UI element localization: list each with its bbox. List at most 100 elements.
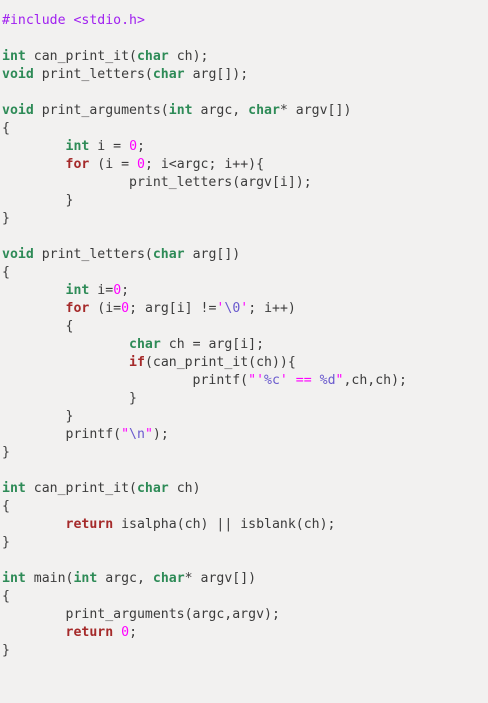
code-line: }: [2, 192, 407, 210]
code-token-type: int: [65, 283, 90, 298]
code-token-plain: ;: [129, 625, 138, 640]
code-line: }: [2, 642, 407, 660]
code-token-type: int: [2, 49, 26, 64]
code-token-plain: ; arg[i] !=: [129, 301, 217, 316]
code-token-plain: }: [2, 391, 137, 406]
code-token-plain: printf(: [2, 427, 122, 442]
code-token-plain: );: [152, 427, 169, 442]
code-token-str: ' ==: [279, 373, 320, 388]
code-token-type: int: [2, 571, 26, 586]
code-line: {: [2, 498, 407, 516]
code-token-str: ": [121, 427, 130, 442]
code-token-type: void: [2, 247, 34, 262]
code-token-plain: argc,: [97, 571, 153, 586]
code-token-esc: %c: [264, 373, 280, 388]
code-token-plain: can_print_it(: [25, 481, 137, 496]
code-line: print_arguments(argc,argv);: [2, 606, 407, 624]
code-token-kw: for: [65, 301, 90, 316]
code-line: char ch = arg[i];: [2, 336, 407, 354]
code-line: void print_letters(char arg[]);: [2, 66, 407, 84]
code-token-plain: (can_print_it(ch)){: [144, 355, 296, 370]
code-token-type: int: [2, 481, 26, 496]
code-token-plain: print_letters(: [33, 247, 153, 262]
code-token-plain: * argv[]): [184, 571, 257, 586]
code-line: int main(int argc, char* argv[]): [2, 570, 407, 588]
code-token-plain: {: [2, 121, 10, 136]
code-token-num: 0: [129, 139, 138, 154]
code-token-type: char: [152, 247, 185, 262]
code-token-plain: }: [2, 409, 74, 424]
code-token-plain: print_arguments(argc,argv);: [2, 607, 280, 622]
code-token-plain: }: [2, 211, 10, 226]
code-line: printf("\n");: [2, 426, 407, 444]
code-token-kw: if: [129, 355, 145, 370]
code-line: void print_arguments(int argc, char* arg…: [2, 102, 407, 120]
code-token-plain: ; i++): [248, 301, 296, 316]
code-line: {: [2, 318, 407, 336]
code-token-plain: ;: [121, 283, 130, 298]
code-line: #include <stdio.h>: [2, 12, 407, 30]
code-token-plain: can_print_it(: [25, 49, 137, 64]
code-token-plain: ch);: [168, 49, 209, 64]
code-token-plain: print_letters(argv[i]);: [2, 175, 312, 190]
code-line: void print_letters(char arg[]): [2, 246, 407, 264]
code-token-plain: arg[]): [184, 247, 241, 262]
code-line: }: [2, 390, 407, 408]
code-token-plain: i =: [89, 139, 130, 154]
code-token-plain: print_arguments(: [33, 103, 169, 118]
code-token-type: char: [136, 49, 169, 64]
code-token-type: void: [2, 103, 34, 118]
code-token-plain: {: [2, 499, 10, 514]
code-token-type: char: [248, 103, 280, 118]
code-token-plain: ch = arg[i];: [160, 337, 265, 352]
code-token-str: "': [248, 373, 265, 388]
code-token-plain: argc,: [192, 103, 249, 118]
code-line: }: [2, 444, 407, 462]
code-line: return 0;: [2, 624, 407, 642]
code-line: for (i=0; arg[i] !='\0'; i++): [2, 300, 407, 318]
code-token-plain: }: [2, 535, 10, 550]
code-token-num: 0: [113, 283, 122, 298]
code-line: {: [2, 120, 407, 138]
code-token-plain: }: [2, 643, 10, 658]
code-token-num: 0: [121, 301, 130, 316]
code-token-type: int: [65, 139, 90, 154]
code-token-plain: }: [2, 193, 74, 208]
code-token-plain: {: [2, 265, 10, 280]
code-line: {: [2, 264, 407, 282]
code-token-pre: #include <stdio.h>: [2, 13, 145, 28]
code-token-plain: ch): [168, 481, 201, 496]
code-line: }: [2, 408, 407, 426]
code-token-esc: \0: [224, 301, 241, 316]
code-token-type: void: [2, 67, 34, 82]
code-line: printf("'%c' == %d",ch,ch);: [2, 372, 407, 390]
code-token-esc: %d: [319, 373, 336, 388]
code-text-area[interactable]: #include <stdio.h> int can_print_it(char …: [2, 12, 407, 660]
code-line: }: [2, 534, 407, 552]
code-token-esc: \n: [129, 427, 145, 442]
code-line: }: [2, 210, 407, 228]
code-token-plain: print_letters(: [33, 67, 153, 82]
code-token-num: 0: [121, 625, 130, 640]
code-token-plain: ,ch,ch);: [343, 373, 407, 388]
code-token-kw: for: [65, 157, 90, 172]
code-line: int i=0;: [2, 282, 407, 300]
code-line: for (i = 0; i<argc; i++){: [2, 156, 407, 174]
code-line: int can_print_it(char ch): [2, 480, 407, 498]
code-token-type: int: [73, 571, 98, 586]
code-token-plain: i=: [89, 283, 114, 298]
code-line: print_letters(argv[i]);: [2, 174, 407, 192]
code-token-type: int: [168, 103, 193, 118]
code-token-type: char: [152, 67, 185, 82]
code-editor[interactable]: #include <stdio.h> int can_print_it(char …: [0, 0, 488, 703]
